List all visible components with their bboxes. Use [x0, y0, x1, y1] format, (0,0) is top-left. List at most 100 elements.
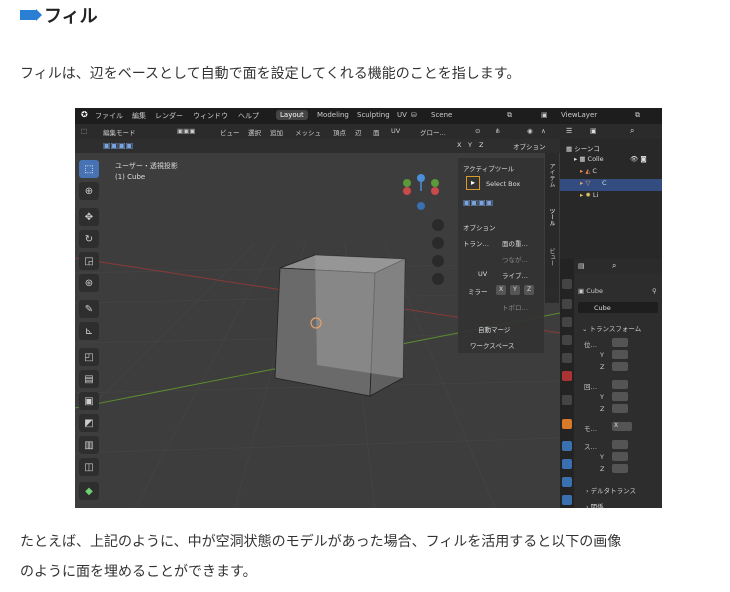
loop-cut-tool-icon[interactable]: ▥	[79, 436, 99, 454]
mirror-z-button[interactable]: Z	[524, 285, 534, 295]
tool-tab-icon[interactable]	[562, 279, 572, 289]
props-search-icon[interactable]: ⌕	[612, 261, 616, 271]
tab-tool[interactable]: ツール	[547, 208, 556, 226]
menu-render[interactable]: レンダー	[155, 111, 183, 121]
annotate-tool-icon[interactable]: ✎	[79, 300, 99, 318]
tab-item[interactable]: アイテム	[547, 163, 556, 187]
menu-vertex[interactable]: 頂点	[333, 127, 346, 137]
location-x-field[interactable]	[612, 338, 628, 347]
transform-tool-icon[interactable]: ⊛	[79, 274, 99, 292]
menu-edge[interactable]: 辺	[355, 127, 362, 137]
tab-layout[interactable]: Layout	[276, 110, 308, 120]
select-mode-buttons[interactable]: ▣▣▣▣	[103, 141, 133, 150]
location-y-field[interactable]	[612, 350, 628, 359]
scene-tab-icon[interactable]	[562, 353, 572, 363]
pivot-icon[interactable]: ⊙	[475, 127, 480, 135]
editor-type-icon[interactable]: ⬚	[81, 127, 87, 135]
render-tab-icon[interactable]	[562, 299, 572, 309]
collection-tab-icon[interactable]	[562, 395, 572, 405]
transform-panel-header[interactable]: ⌄ トランスフォーム	[582, 323, 641, 333]
rotation-mode-select[interactable]: X	[612, 422, 632, 431]
options-dropdown[interactable]: オプション	[513, 141, 546, 151]
add-cube-tool-icon[interactable]: ◰	[79, 348, 99, 366]
inset-tool-icon[interactable]: ▣	[79, 392, 99, 410]
outliner-type-icon[interactable]: ☰	[566, 127, 572, 135]
poly-build-tool-icon[interactable]: ◆	[79, 482, 99, 500]
options-header[interactable]: オプション	[463, 222, 496, 232]
tab-uv[interactable]: UV	[397, 111, 407, 119]
extrude-tool-icon[interactable]: ▤	[79, 370, 99, 388]
knife-tool-icon[interactable]: ◫	[79, 458, 99, 476]
search-icon[interactable]: ⌕	[630, 126, 634, 136]
editor-icon[interactable]: ▤	[578, 262, 585, 270]
location-z-field[interactable]	[612, 362, 628, 371]
mirror-axis-z[interactable]: Z	[479, 141, 483, 149]
live-unwrap-checkbox[interactable]: ライブ…	[502, 270, 528, 280]
outliner-light[interactable]: ▸ ✹ Li	[580, 191, 662, 203]
falloff-icon[interactable]: ∧	[541, 127, 546, 135]
constraints-tab-icon[interactable]	[562, 495, 572, 505]
scene-name[interactable]: Scene	[431, 111, 452, 119]
select-mode-row[interactable]: ▣▣▣▣	[463, 198, 493, 207]
move-tool-icon[interactable]: ✥	[79, 208, 99, 226]
menu-window[interactable]: ウィンドウ	[193, 111, 228, 121]
copy-icon[interactable]: ⧉	[507, 111, 512, 120]
transform-orientation[interactable]: グロー…	[420, 127, 446, 137]
scale-x-field[interactable]	[612, 440, 628, 449]
rotate-tool-icon[interactable]: ↻	[79, 230, 99, 248]
proportional-icon[interactable]: ◉	[527, 127, 533, 135]
select-box-icon[interactable]: ▸	[466, 176, 480, 190]
menu-uv[interactable]: UV	[391, 127, 400, 135]
menu-face[interactable]: 面	[373, 127, 380, 137]
layer-copy-icon[interactable]: ⧉	[635, 111, 640, 120]
menu-edit[interactable]: 編集	[132, 111, 146, 121]
mirror-x-button[interactable]: X	[496, 285, 506, 295]
select-mode-icons[interactable]: ▣▣▣	[177, 127, 195, 135]
tab-sculpting[interactable]: Sculpting	[353, 110, 394, 120]
relations-panel[interactable]: › 関係	[586, 501, 604, 508]
scale-tool-icon[interactable]: ◲	[79, 252, 99, 270]
tab-view[interactable]: ビュー	[547, 248, 556, 266]
measure-tool-icon[interactable]: ⊾	[79, 322, 99, 340]
mirror-axis-y[interactable]: Y	[468, 141, 472, 149]
rotation-y-field[interactable]	[612, 392, 628, 401]
menu-help[interactable]: ヘルプ	[238, 111, 259, 121]
menu-select[interactable]: 選択	[248, 127, 261, 137]
output-tab-icon[interactable]	[562, 317, 572, 327]
face-center-checkbox[interactable]: 面の重…	[502, 238, 528, 248]
auto-merge-panel[interactable]: 自動マージ	[478, 324, 510, 334]
delta-transform-panel[interactable]: › デルタトランス	[586, 485, 636, 495]
cursor-tool-icon[interactable]: ⊕	[79, 182, 99, 200]
active-tool-header[interactable]: アクティブツール	[463, 163, 514, 173]
snap-icon[interactable]: ⋔	[495, 127, 500, 135]
object-tab-icon[interactable]	[562, 419, 572, 429]
view-layer-name[interactable]: ViewLayer	[561, 111, 597, 119]
rotation-z-field[interactable]	[612, 404, 628, 413]
bevel-tool-icon[interactable]: ◩	[79, 414, 99, 432]
select-box-tool-icon[interactable]: ⬚	[79, 160, 99, 178]
scale-y-field[interactable]	[612, 452, 628, 461]
visibility-icon[interactable]: 👁 ◙	[630, 155, 647, 163]
mode-select[interactable]: 編集モード	[103, 127, 136, 137]
rotation-x-field[interactable]	[612, 380, 628, 389]
view-layer-tab-icon[interactable]	[562, 335, 572, 345]
outliner-cube-selected[interactable]: ▸ ▽ C	[560, 179, 662, 191]
connected-checkbox[interactable]: つなが…	[502, 254, 528, 264]
outliner-scene-collection[interactable]: ▦ シーンコ	[566, 143, 660, 155]
pin-icon[interactable]: ⚲	[652, 287, 657, 295]
topology-checkbox[interactable]: トポロ…	[502, 302, 528, 312]
particles-tab-icon[interactable]	[562, 459, 572, 469]
scale-z-field[interactable]	[612, 464, 628, 473]
outliner-camera[interactable]: ▸ ◭ C	[580, 167, 662, 179]
menu-view[interactable]: ビュー	[220, 127, 240, 137]
object-name-field[interactable]: Cube	[578, 302, 658, 313]
modifier-tab-icon[interactable]	[562, 441, 572, 451]
workspace-panel[interactable]: ワークスペース	[470, 340, 515, 350]
menu-mesh[interactable]: メッシュ	[295, 127, 321, 137]
world-tab-icon[interactable]	[562, 371, 572, 381]
outliner-collection[interactable]: ▸ ▦ Colle 👁 ◙	[574, 155, 662, 167]
menu-add[interactable]: 追加	[270, 127, 283, 137]
filter-icon[interactable]: ▣	[590, 127, 597, 135]
menu-file[interactable]: ファイル	[95, 111, 123, 121]
mirror-axis-x[interactable]: X	[457, 141, 461, 149]
